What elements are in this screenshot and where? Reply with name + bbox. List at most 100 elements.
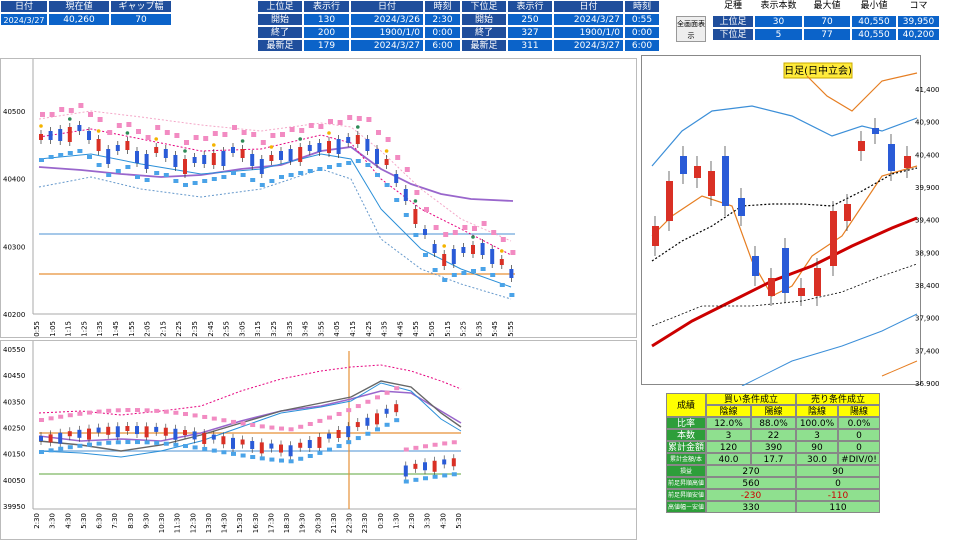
candle bbox=[211, 434, 216, 440]
signal-square bbox=[384, 422, 390, 427]
signal-dot bbox=[500, 249, 504, 253]
x-tick-label: 4:15 bbox=[349, 321, 357, 337]
x-tick-label: 5:30 bbox=[455, 513, 463, 529]
signal-square bbox=[480, 267, 486, 271]
signal-square bbox=[462, 225, 468, 230]
range-cell: 6:00 bbox=[424, 39, 461, 52]
signal-square bbox=[106, 440, 112, 445]
perf-cell: 40.0 bbox=[706, 453, 751, 465]
signal-square bbox=[212, 131, 218, 136]
candle bbox=[365, 417, 370, 426]
x-tick-label: 3:30 bbox=[49, 513, 57, 529]
signal-square bbox=[279, 458, 284, 463]
candle bbox=[365, 139, 370, 151]
performance-table: 成績 買い条件成立 売り条件成立 陰線 陽線 陰線 陽線 比率 12.0% 88.0% 100.0%… bbox=[666, 393, 910, 523]
signal-square bbox=[269, 425, 275, 430]
candle bbox=[269, 155, 274, 161]
perf-cell: 17.7 bbox=[751, 453, 796, 465]
signal-square bbox=[174, 133, 180, 138]
perf-row-label: 本数 bbox=[666, 429, 706, 441]
candle bbox=[432, 460, 437, 472]
signal-square bbox=[280, 132, 285, 137]
candle bbox=[375, 413, 379, 425]
signal-square bbox=[116, 123, 122, 128]
signal-square bbox=[125, 165, 131, 169]
x-tick-label: 4:25 bbox=[365, 321, 373, 337]
signal-square bbox=[232, 125, 237, 130]
signal-square bbox=[125, 440, 131, 445]
signal-square bbox=[336, 443, 342, 448]
candle bbox=[814, 268, 821, 296]
y-tick-label: 38,900 bbox=[915, 249, 940, 257]
summary-cell: 40,200 bbox=[897, 28, 940, 41]
signal-square bbox=[87, 410, 92, 415]
x-tick-label: 16:30 bbox=[252, 513, 260, 533]
candle bbox=[115, 145, 120, 151]
summary-cell: 40,550 bbox=[851, 28, 897, 41]
candle bbox=[183, 159, 187, 174]
daily-chart: 日足(日中立会) 41,400 40,900 40,400 39,900 39,400 3… bbox=[641, 55, 940, 388]
signal-square bbox=[58, 446, 64, 451]
signal-square bbox=[413, 477, 419, 482]
candle bbox=[221, 151, 226, 166]
perf-row-label: 前足昇順高値幅 bbox=[666, 477, 706, 499]
signal-square bbox=[346, 161, 352, 165]
candle bbox=[163, 149, 168, 158]
signal-square bbox=[307, 169, 313, 173]
signal-square bbox=[183, 183, 188, 187]
signal-square bbox=[336, 163, 342, 167]
signal-square bbox=[221, 450, 227, 455]
candle bbox=[872, 128, 879, 134]
candle bbox=[173, 155, 178, 167]
x-tick-label: 0:30 bbox=[377, 513, 385, 529]
candle bbox=[240, 149, 245, 158]
range-cell: 2024/3/27 bbox=[350, 39, 424, 52]
signal-square bbox=[413, 445, 419, 450]
signal-square bbox=[88, 112, 93, 117]
signal-square bbox=[365, 399, 371, 404]
summary-cell: 39,950 bbox=[897, 15, 940, 28]
x-tick-label: 23:30 bbox=[361, 513, 369, 533]
signal-square bbox=[490, 273, 496, 277]
range-cell: 1900/1/0 bbox=[553, 26, 624, 39]
signal-square bbox=[432, 268, 438, 272]
signal-square bbox=[96, 409, 102, 414]
fullscreen-button[interactable]: 全画面表示 bbox=[676, 16, 706, 42]
signal-square bbox=[211, 177, 217, 181]
signal-square bbox=[58, 414, 64, 419]
signal-square bbox=[384, 390, 390, 395]
x-tick-label: 1:45 bbox=[112, 321, 120, 337]
signal-square bbox=[259, 456, 265, 461]
signal-square bbox=[288, 427, 294, 432]
signal-square bbox=[240, 453, 246, 458]
signal-square bbox=[346, 440, 352, 445]
candle bbox=[423, 229, 427, 235]
candle bbox=[327, 141, 331, 153]
signal-square bbox=[317, 450, 323, 455]
x-tick-label: 8:30 bbox=[127, 513, 135, 529]
range-cell: 250 bbox=[507, 13, 553, 26]
candle bbox=[259, 159, 264, 174]
signal-dot bbox=[327, 131, 331, 135]
candle bbox=[298, 147, 303, 162]
signal-square bbox=[183, 412, 188, 417]
candle bbox=[413, 463, 418, 469]
range-cell: 2024/3/27 bbox=[553, 13, 624, 26]
signal-square bbox=[192, 413, 198, 418]
y-tick-label: 37,400 bbox=[915, 347, 940, 355]
perf-cell: 30.0 bbox=[796, 453, 838, 465]
upper-timeframe-chart: 40550 40450 40350 40250 40150 40050 39950 2:30 3… bbox=[0, 340, 637, 540]
signal-square bbox=[144, 440, 150, 445]
x-tick-label: 11:30 bbox=[174, 513, 182, 533]
signal-square bbox=[145, 135, 151, 140]
signal-square bbox=[250, 423, 256, 428]
signal-square bbox=[288, 173, 294, 177]
candle bbox=[202, 432, 207, 444]
signal-square bbox=[135, 175, 140, 179]
col-gap-header: ギャップ幅 bbox=[110, 0, 172, 13]
x-tick-label: 13:30 bbox=[205, 513, 213, 533]
signal-square bbox=[288, 459, 294, 464]
y-tick-label: 39,400 bbox=[915, 217, 940, 225]
candle bbox=[250, 154, 255, 166]
signal-square bbox=[500, 237, 506, 242]
